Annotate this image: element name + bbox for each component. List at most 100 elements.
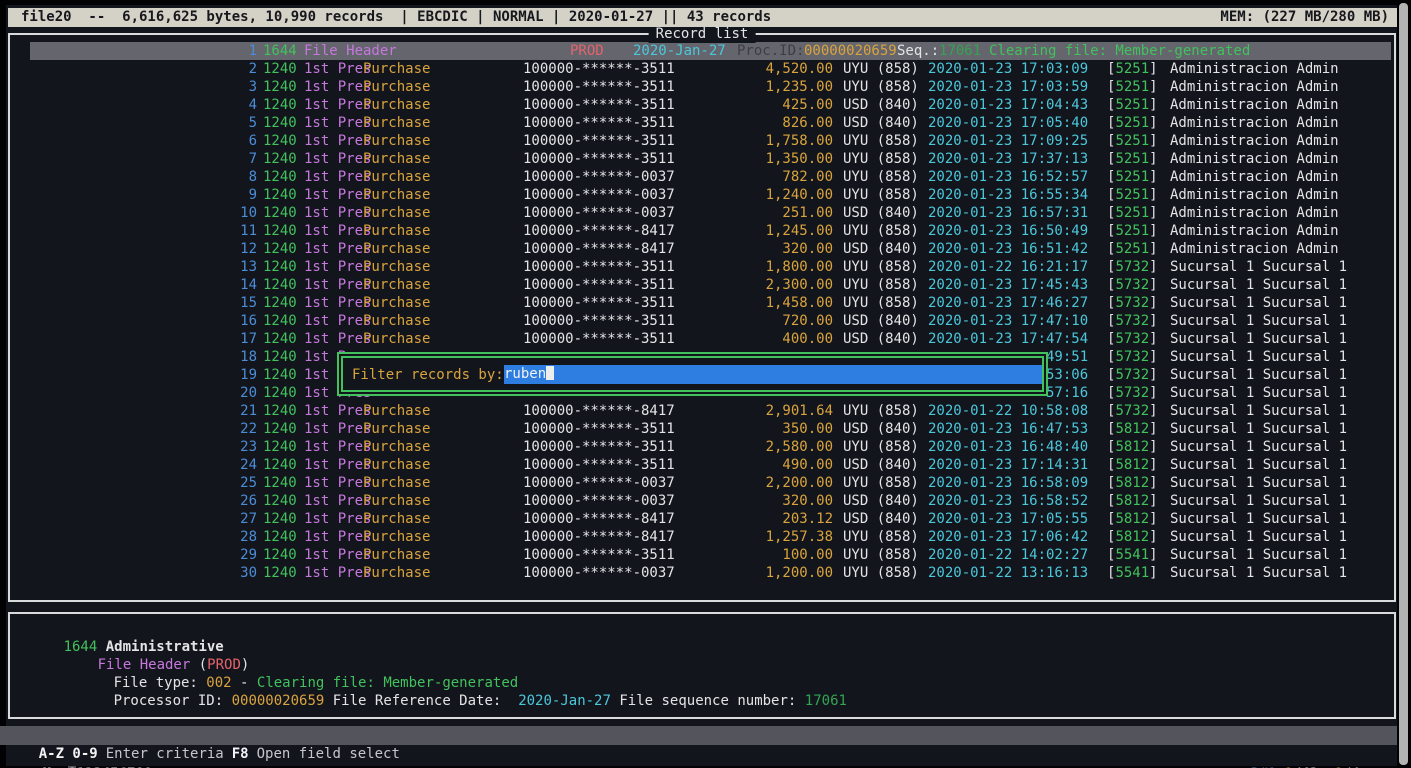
record-no: 25	[240, 475, 257, 491]
record-row[interactable]: 14 1240 1st Pres Purchase 100000-******-3511…	[0, 276, 1397, 294]
currency: UYU (858)	[843, 403, 919, 419]
card-number: 100000-******-3511	[523, 61, 675, 77]
record-subtype: 1st Pres	[304, 115, 372, 131]
card-number: 100000-******-0037	[523, 187, 675, 203]
mcc-code: [5732]	[1107, 367, 1158, 383]
record-row[interactable]: 1 1644 File Header PROD 2020-Jan-27 Proc.ID: 0…	[0, 42, 1397, 60]
card-number: 100000-******-8417	[523, 529, 675, 545]
terminal-scrollbar[interactable]	[1399, 3, 1408, 765]
record-row[interactable]: 4 1240 1st Pres Purchase 100000-******-3511 4…	[0, 96, 1397, 114]
record-row[interactable]: 10 1240 1st Pres Purchase 100000-******-0037…	[0, 204, 1397, 222]
datetime: 2020-01-23 17:14:31	[928, 457, 1089, 473]
record-row[interactable]: 30 1240 1st Pres Purchase 100000-******-0037…	[0, 564, 1397, 582]
record-subtype: 1st Pres	[304, 277, 372, 293]
currency: USD (840)	[843, 241, 919, 257]
record-no: 11	[240, 223, 257, 239]
file-info: file20 -- 6,616,625 bytes, 10,990 record…	[21, 9, 772, 25]
mcc-code: [5732]	[1107, 295, 1158, 311]
mcc-code: [5732]	[1107, 331, 1158, 347]
record-no: 15	[240, 295, 257, 311]
record-subtype: 1st Pres	[304, 97, 372, 113]
card-number: 100000-******-3511	[523, 457, 675, 473]
currency: UYU (858)	[843, 223, 919, 239]
record-row[interactable]: 7 1240 1st Pres Purchase 100000-******-3511 1…	[0, 150, 1397, 168]
currency: UYU (858)	[843, 277, 919, 293]
record-type: 1240	[263, 205, 297, 221]
transaction-type: Purchase	[363, 79, 431, 95]
transaction-type: Purchase	[363, 295, 431, 311]
record-row[interactable]: 5 1240 1st Pres Purchase 100000-******-3511 8…	[0, 114, 1397, 132]
record-type: 1240	[263, 349, 297, 365]
bookmark-bar: M: 0123456789	[0, 746, 152, 768]
record-type: 1240	[263, 295, 297, 311]
record-no: 9	[248, 187, 257, 203]
record-no: 5	[248, 115, 257, 131]
card-number: 100000-******-3511	[523, 151, 675, 167]
merchant-name: Administracion Admin	[1170, 133, 1339, 149]
record-row[interactable]: 12 1240 1st Pres Purchase 100000-******-8417…	[0, 240, 1397, 258]
record-subtype: File Header	[304, 43, 397, 59]
record-row[interactable]: 16 1240 1st Pres Purchase 100000-******-3511…	[0, 312, 1397, 330]
currency: USD (840)	[843, 205, 919, 221]
clearing-description: Clearing file: Member-generated	[989, 43, 1251, 59]
transaction-type: Purchase	[363, 493, 431, 509]
filter-input[interactable]: ruben	[504, 365, 1042, 384]
record-row[interactable]: 2 1240 1st Pres Purchase 100000-******-3511 4…	[0, 60, 1397, 78]
transaction-type: Purchase	[363, 223, 431, 239]
record-subtype: 1st Pres	[304, 493, 372, 509]
merchant-name: Administracion Admin	[1170, 115, 1339, 131]
record-no: 24	[240, 457, 257, 473]
record-no: 27	[240, 511, 257, 527]
card-number: 100000-******-3511	[523, 439, 675, 455]
datetime: 2020-01-23 17:37:13	[928, 151, 1089, 167]
filter-input-value: ruben	[504, 366, 547, 382]
record-row[interactable]: 15 1240 1st Pres Purchase 100000-******-3511…	[0, 294, 1397, 312]
record-row[interactable]: 21 1240 1st Pres Purchase 100000-******-8417…	[0, 402, 1397, 420]
record-no: 29	[240, 547, 257, 563]
record-row[interactable]: 28 1240 1st Pres Purchase 100000-******-8417…	[0, 528, 1397, 546]
datetime: 2020-01-23 17:05:40	[928, 115, 1089, 131]
record-type: 1240	[263, 385, 297, 401]
record-type: 1240	[263, 61, 297, 77]
card-number: 100000-******-3511	[523, 331, 675, 347]
record-row[interactable]: 26 1240 1st Pres Purchase 100000-******-0037…	[0, 492, 1397, 510]
datetime: 2020-01-23 17:04:43	[928, 97, 1089, 113]
currency: USD (840)	[843, 457, 919, 473]
transaction-type: Purchase	[363, 187, 431, 203]
record-no: 1	[248, 43, 257, 59]
datetime: 2020-01-23 16:48:40	[928, 439, 1089, 455]
record-row[interactable]: 17 1240 1st Pres Purchase 100000-******-3511…	[0, 330, 1397, 348]
record-row[interactable]: 6 1240 1st Pres Purchase 100000-******-3511 1…	[0, 132, 1397, 150]
mcc-code: [5251]	[1107, 151, 1158, 167]
filter-dialog: Filter records by: ruben	[337, 352, 1048, 396]
mcc-code: [5732]	[1107, 385, 1158, 401]
ref-date-label: File Reference Date:	[324, 693, 519, 709]
record-row[interactable]: 22 1240 1st Pres Purchase 100000-******-3511…	[0, 420, 1397, 438]
amount: 1,800.00	[765, 259, 833, 275]
datetime: 2020-01-23 17:06:42	[928, 529, 1089, 545]
record-row[interactable]: 27 1240 1st Pres Purchase 100000-******-8417…	[0, 510, 1397, 528]
datetime: 2020-01-23 17:45:43	[928, 277, 1089, 293]
record-row[interactable]: 9 1240 1st Pres Purchase 100000-******-0037 1…	[0, 186, 1397, 204]
terminal-screen: file20 -- 6,616,625 bytes, 10,990 record…	[0, 0, 1411, 768]
record-row[interactable]: 24 1240 1st Pres Purchase 100000-******-3511…	[0, 456, 1397, 474]
record-no: 20	[240, 385, 257, 401]
merchant-name: Sucursal 1 Sucursal 1	[1170, 349, 1348, 365]
record-row[interactable]: 23 1240 1st Pres Purchase 100000-******-3511…	[0, 438, 1397, 456]
record-row[interactable]: 29 1240 1st Pres Purchase 100000-******-3511…	[0, 546, 1397, 564]
record-row[interactable]: 8 1240 1st Pres Purchase 100000-******-0037 7…	[0, 168, 1397, 186]
record-row[interactable]: 3 1240 1st Pres Purchase 100000-******-3511 1…	[0, 78, 1397, 96]
record-row[interactable]: 13 1240 1st Pres Purchase 100000-******-3511…	[0, 258, 1397, 276]
currency: UYU (858)	[843, 169, 919, 185]
merchant-name: Administracion Admin	[1170, 79, 1339, 95]
card-number: 100000-******-3511	[523, 277, 675, 293]
ref-date: 2020-Jan-27	[518, 693, 611, 709]
status-hint-2: Open field select	[256, 746, 400, 762]
status-bar: A-Z 0-9 Enter criteria F8 Open field select	[0, 726, 1397, 762]
record-row[interactable]: 25 1240 1st Pres Purchase 100000-******-0037…	[0, 474, 1397, 492]
record-row[interactable]: 11 1240 1st Pres Purchase 100000-******-8417…	[0, 222, 1397, 240]
amount: 782.00	[782, 169, 833, 185]
merchant-name: Administracion Admin	[1170, 205, 1339, 221]
card-number: 100000-******-3511	[523, 547, 675, 563]
transaction-type: Purchase	[363, 511, 431, 527]
